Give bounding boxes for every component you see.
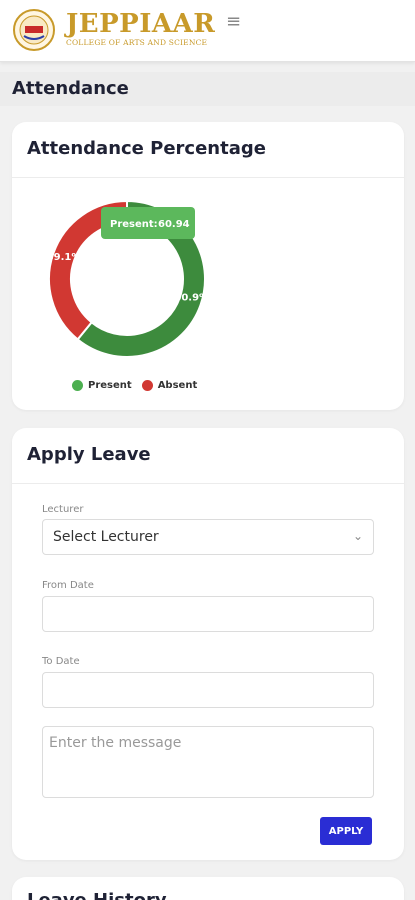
apply-leave-card: Apply Leave Lecturer Select Lecturer ⌄ F… bbox=[12, 428, 404, 860]
donut-label-absent: 39.1% bbox=[47, 252, 82, 263]
page-title: Attendance bbox=[12, 78, 129, 99]
app-header: JEPPIAAR COLLEGE OF ARTS AND SCIENCE ≡ bbox=[0, 0, 415, 62]
chevron-down-icon: ⌄ bbox=[352, 529, 363, 543]
leave-history-card: Leave History bbox=[12, 877, 404, 900]
card-divider bbox=[12, 483, 404, 484]
lecturer-label: Lecturer bbox=[42, 504, 84, 515]
legend-item-present[interactable]: Present bbox=[72, 380, 132, 391]
hamburger-menu-icon[interactable]: ≡ bbox=[226, 12, 241, 32]
college-logo bbox=[13, 9, 55, 51]
apply-button[interactable]: APPLY bbox=[320, 817, 372, 845]
to-date-input[interactable] bbox=[42, 672, 374, 708]
tooltip-value: 60.94 bbox=[158, 219, 190, 230]
message-textarea[interactable]: Enter the message bbox=[42, 726, 374, 798]
message-placeholder: Enter the message bbox=[49, 735, 182, 751]
from-date-input[interactable] bbox=[42, 596, 374, 632]
from-date-label: From Date bbox=[42, 580, 94, 591]
lecturer-select[interactable]: Select Lecturer ⌄ bbox=[42, 519, 374, 555]
lecturer-select-value: Select Lecturer bbox=[53, 529, 159, 545]
legend-label-present: Present bbox=[88, 380, 132, 391]
legend-item-absent[interactable]: Absent bbox=[141, 380, 198, 391]
brand-name: JEPPIAAR bbox=[66, 9, 216, 39]
card-divider bbox=[12, 177, 404, 178]
chart-legend: Present Absent bbox=[72, 380, 197, 391]
attendance-donut-chart: 60.9% 39.1% Present: 60.94 bbox=[47, 199, 209, 358]
chart-tooltip: Present: 60.94 bbox=[101, 207, 195, 239]
legend-dot-absent bbox=[141, 380, 153, 391]
apply-leave-title: Apply Leave bbox=[27, 444, 151, 465]
tooltip-label: Present: bbox=[110, 219, 158, 230]
attendance-card-title: Attendance Percentage bbox=[27, 138, 266, 159]
legend-label-absent: Absent bbox=[157, 380, 198, 391]
leave-history-title: Leave History bbox=[27, 890, 167, 900]
to-date-label: To Date bbox=[42, 656, 80, 667]
legend-dot-present bbox=[72, 380, 83, 391]
donut-label-present: 60.9% bbox=[174, 292, 209, 303]
attendance-percentage-card: Attendance Percentage 60.9% 39.1% Present… bbox=[12, 122, 404, 410]
brand-subtitle: COLLEGE OF ARTS AND SCIENCE bbox=[66, 38, 208, 47]
